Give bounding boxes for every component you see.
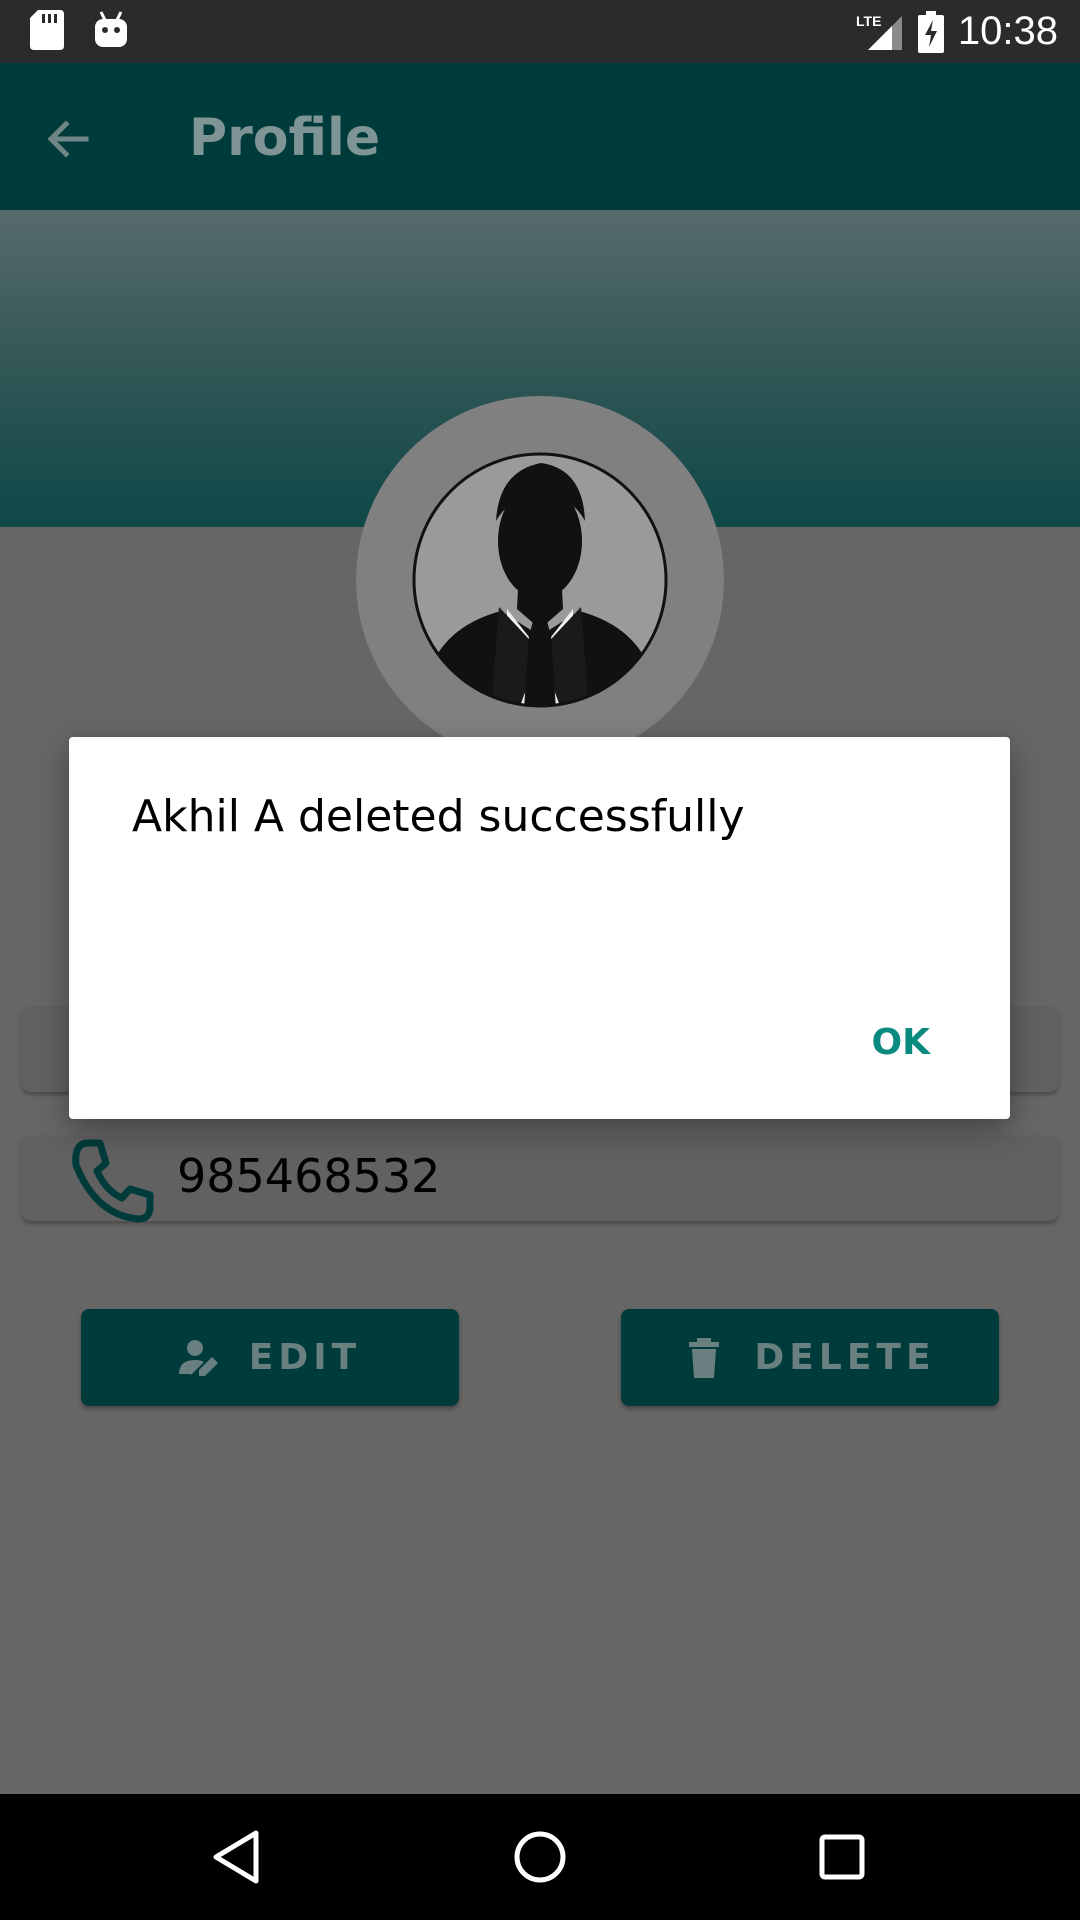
- person-silhouette-icon: [412, 452, 668, 708]
- nav-recents-icon[interactable]: [812, 1827, 872, 1887]
- delete-button-label: DELETE: [754, 1337, 936, 1378]
- page-title: Profile: [189, 108, 381, 168]
- person-edit-icon: [178, 1339, 218, 1376]
- nav-home-icon[interactable]: [510, 1827, 570, 1887]
- svg-text:LTE: LTE: [856, 13, 881, 29]
- phone-card: 985468532: [21, 1135, 1059, 1223]
- android-icon: [95, 11, 127, 47]
- alert-dialog: Akhil A deleted successfully OK: [69, 737, 1010, 1119]
- nav-back-icon[interactable]: [208, 1827, 268, 1887]
- back-arrow-icon[interactable]: [40, 111, 96, 167]
- status-bar: LTE 10:38: [0, 0, 1080, 63]
- app-bar: Profile: [0, 63, 1080, 210]
- status-time: 10:38: [957, 9, 1058, 53]
- system-navigation-bar: [0, 1794, 1080, 1920]
- status-left-icons: [30, 10, 128, 50]
- status-right-icons: LTE 10:38: [856, 0, 1058, 63]
- dialog-message: Akhil A deleted successfully: [132, 791, 745, 842]
- battery-charging-icon: [917, 10, 944, 53]
- phone-number: 985468532: [177, 1149, 441, 1203]
- signal-icon: LTE: [856, 13, 902, 50]
- delete-button[interactable]: DELETE: [621, 1309, 999, 1406]
- trash-icon: [689, 1337, 720, 1378]
- ok-button[interactable]: OK: [872, 1022, 931, 1063]
- phone-icon: [72, 1139, 154, 1223]
- sd-card-icon: [30, 10, 64, 50]
- edit-button-label: EDIT: [248, 1337, 362, 1378]
- edit-button[interactable]: EDIT: [81, 1309, 459, 1406]
